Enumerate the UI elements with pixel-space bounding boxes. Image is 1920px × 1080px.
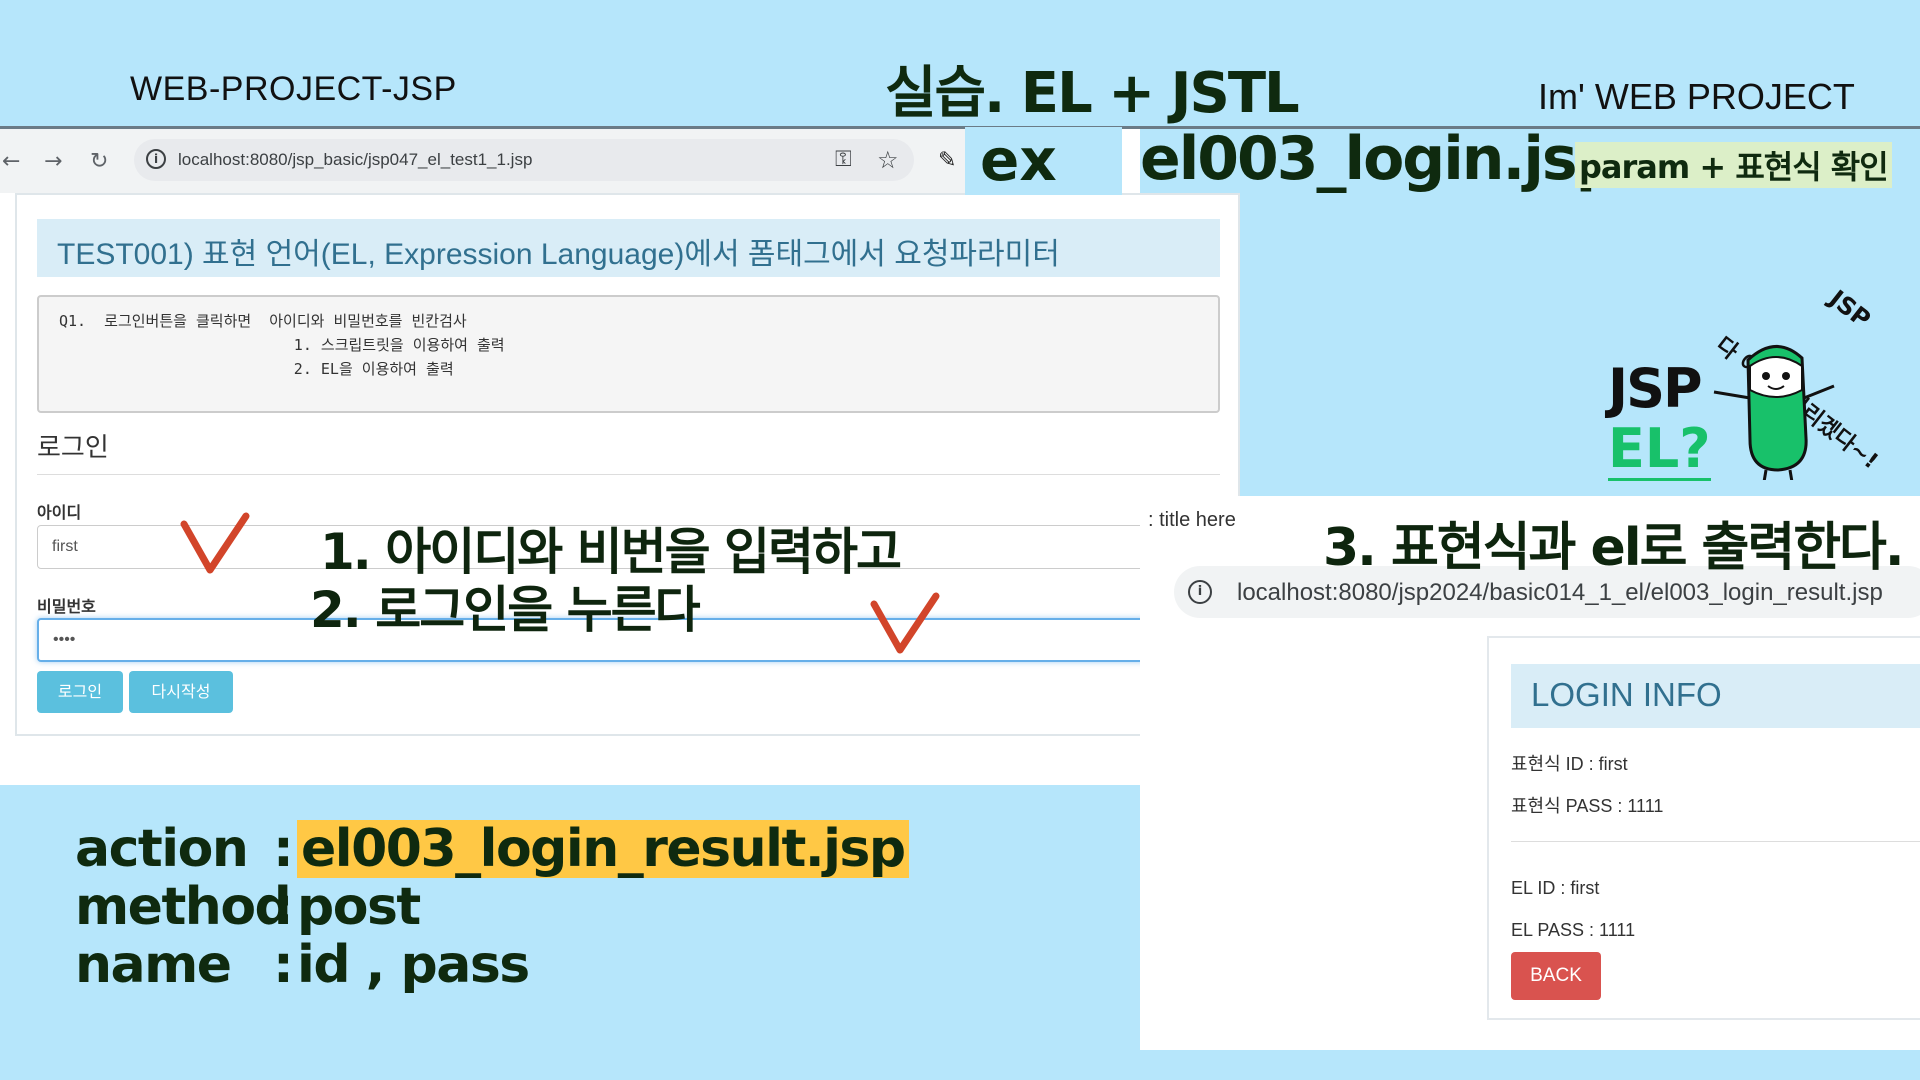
mascot-icon xyxy=(1713,345,1835,480)
mascot-bubble-jsp: JSP xyxy=(1824,284,1876,334)
method-value: post xyxy=(297,877,421,937)
login-button[interactable]: 로그인 xyxy=(37,671,123,713)
step3-text: 3. 표현식과 el로 출력한다. xyxy=(1323,518,1905,578)
checkmark-icon xyxy=(870,592,940,654)
header-center-title: 실습. EL + JSTL xyxy=(885,61,1300,126)
login-info-panel: LOGIN INFO 표현식 ID : first 표현식 PASS : 111… xyxy=(1487,636,1920,1020)
ex-label: ex xyxy=(965,127,1122,195)
tab-title[interactable]: : title here xyxy=(1140,509,1244,532)
reload-icon[interactable]: ↻ xyxy=(90,149,108,174)
action-value: el003_login_result.jsp xyxy=(297,820,909,878)
name-value: id , pass xyxy=(297,935,530,995)
header-left-title: WEB-PROJECT-JSP xyxy=(130,70,457,108)
login-divider xyxy=(37,474,1220,475)
address-url: localhost:8080/jsp_basic/jsp047_el_test1… xyxy=(178,150,533,169)
info-icon[interactable]: i xyxy=(146,149,166,169)
el-id-line: EL ID : first xyxy=(1511,878,1600,898)
id-label: 아이디 xyxy=(37,503,82,522)
colon: : xyxy=(273,877,294,937)
checkmark-icon xyxy=(180,512,250,574)
password-label: 비밀번호 xyxy=(37,597,96,616)
login-info-title: LOGIN INFO xyxy=(1511,664,1920,728)
reset-button[interactable]: 다시작성 xyxy=(129,671,233,713)
expr-id-line: 표현식 ID : first xyxy=(1511,754,1628,774)
question-box: Q1. 로그인버튼을 클릭하면 아이디와 비밀번호를 빈칸검사 1. 스크립트릿… xyxy=(37,295,1220,413)
login-heading: 로그인 xyxy=(37,433,109,463)
address-url: localhost:8080/jsp2024/basic014_1_el/el0… xyxy=(1237,579,1883,606)
login-browser-screenshot: ← → ↻ i localhost:8080/jsp_basic/jsp047_… xyxy=(0,129,1240,785)
el-pass-line: EL PASS : 1111 xyxy=(1511,920,1636,940)
param-tag: param + 표현식 확인 xyxy=(1575,142,1892,188)
back-arrow-icon[interactable]: ← xyxy=(2,149,20,174)
test-title: TEST001) 표현 언어(EL, Expression Language)에… xyxy=(37,219,1220,277)
browser-toolbar: ← → ↻ i localhost:8080/jsp_basic/jsp047_… xyxy=(0,129,965,193)
forward-arrow-icon[interactable]: → xyxy=(44,149,62,174)
login-panel: TEST001) 표현 언어(EL, Expression Language)에… xyxy=(15,193,1240,736)
ex-filename: el003_login.jsp xyxy=(1140,124,1619,194)
key-icon[interactable]: ⚿ xyxy=(835,147,852,172)
mascot-el-text: EL? xyxy=(1608,417,1711,481)
method-key: method xyxy=(75,877,292,937)
expr-pass-line: 표현식 PASS : 1111 xyxy=(1511,796,1664,816)
back-button[interactable]: BACK xyxy=(1511,952,1601,1000)
eyedropper-icon[interactable]: ✎ xyxy=(938,148,956,173)
name-key: name xyxy=(75,935,232,995)
info-icon[interactable]: i xyxy=(1188,580,1212,604)
action-key: action xyxy=(75,819,249,879)
star-icon[interactable]: ☆ xyxy=(877,146,899,174)
info-divider xyxy=(1511,841,1920,842)
colon: : xyxy=(273,935,294,995)
mascot-jsp-text: JSP xyxy=(1608,357,1703,420)
header-right-title: Im' WEB PROJECT xyxy=(1538,76,1855,117)
step2-text: 2. 로그인을 누른다 xyxy=(310,581,701,639)
colon: : xyxy=(273,819,294,879)
